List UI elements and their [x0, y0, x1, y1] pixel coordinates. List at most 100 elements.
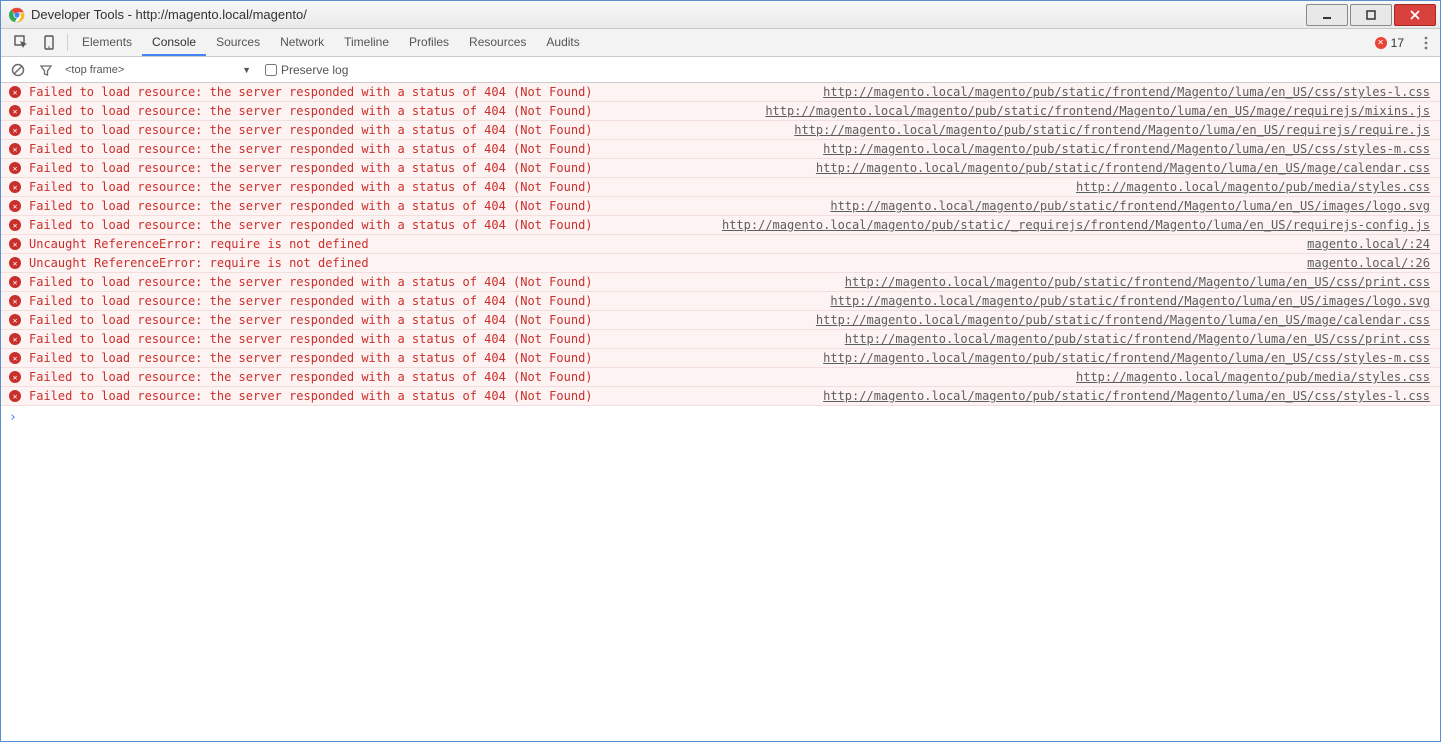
error-source-link[interactable]: magento.local/:26 — [1307, 256, 1430, 270]
error-message-text: Failed to load resource: the server resp… — [29, 275, 593, 289]
error-icon: ✕ — [9, 181, 21, 193]
tab-timeline[interactable]: Timeline — [334, 29, 399, 56]
error-message-text: Failed to load resource: the server resp… — [29, 313, 593, 327]
error-message-text: Failed to load resource: the server resp… — [29, 351, 593, 365]
console-error-row: ✕ Failed to load resource: the server res… — [1, 140, 1440, 159]
inspect-element-icon[interactable] — [7, 29, 35, 56]
error-source-link[interactable]: http://magento.local/magento/pub/static/… — [845, 275, 1430, 289]
close-button[interactable] — [1394, 4, 1436, 26]
error-source-link[interactable]: http://magento.local/magento/pub/static/… — [823, 142, 1430, 156]
console-error-row: ✕ Uncaught ReferenceError: require is not… — [1, 235, 1440, 254]
error-message-text: Failed to load resource: the server resp… — [29, 370, 593, 384]
console-error-row: ✕ Failed to load resource: the server res… — [1, 102, 1440, 121]
error-icon: ✕ — [9, 352, 21, 364]
error-source-link[interactable]: http://magento.local/magento/pub/static/… — [823, 389, 1430, 403]
error-message-text: Failed to load resource: the server resp… — [29, 294, 593, 308]
error-icon: ✕ — [9, 371, 21, 383]
error-icon: ✕ — [9, 143, 21, 155]
clear-console-icon[interactable] — [9, 61, 27, 79]
console-error-row: ✕Failed to load resource: the server res… — [1, 83, 1440, 102]
error-message-text: Failed to load resource: the server resp… — [29, 218, 593, 232]
tab-console[interactable]: Console — [142, 29, 206, 56]
console-prompt[interactable]: › — [1, 406, 1440, 429]
error-icon: ✕ — [9, 295, 21, 307]
error-icon: ✕ — [9, 238, 21, 250]
error-source-link[interactable]: http://magento.local/magento/pub/static/… — [816, 161, 1430, 175]
error-icon: ✕ — [9, 390, 21, 402]
error-source-link[interactable]: http://magento.local/magento/pub/static/… — [765, 104, 1430, 118]
error-icon: ✕ — [9, 257, 21, 269]
console-error-row: ✕ Failed to load resource: the server res… — [1, 349, 1440, 368]
tab-resources[interactable]: Resources — [459, 29, 536, 56]
console-messages[interactable]: ✕ Failed to load resource: the server res… — [1, 83, 1440, 741]
error-message-text: Failed to load resource: the server resp… — [29, 332, 593, 346]
maximize-button[interactable] — [1350, 4, 1392, 26]
error-icon: ✕ — [9, 314, 21, 326]
error-message-text: Failed to load resource: the server resp… — [29, 123, 593, 137]
separator — [67, 34, 68, 51]
error-icon: ✕ — [9, 105, 21, 117]
error-icon: ✕ — [9, 124, 21, 136]
error-icon: ✕ — [9, 162, 21, 174]
error-icon: ✕ — [9, 276, 21, 288]
filter-icon[interactable] — [37, 61, 55, 79]
error-message-text: Failed to load resource: the server resp… — [29, 142, 593, 156]
error-icon: ✕ — [9, 333, 21, 345]
error-message-text: Failed to load resource: the server resp… — [29, 85, 593, 99]
error-source-link[interactable]: http://magento.local/magento/pub/static/… — [722, 218, 1430, 232]
window-title: Developer Tools - http://magento.local/m… — [31, 7, 1306, 22]
chrome-icon — [9, 7, 25, 23]
console-error-row: ✕ Failed to load resource: the server res… — [1, 273, 1440, 292]
error-message-text: Uncaught ReferenceError: require is not … — [29, 256, 369, 270]
error-source-link[interactable]: magento.local/:24 — [1307, 237, 1430, 251]
error-icon: ✕ — [9, 200, 21, 212]
device-mode-icon[interactable] — [35, 29, 63, 56]
console-error-row: ✕ Failed to load resource: the server res… — [1, 292, 1440, 311]
frame-selector[interactable]: <top frame> ▼ — [65, 61, 255, 79]
minimize-button[interactable] — [1306, 4, 1348, 26]
error-source-link[interactable]: http://magento.local/magento/pub/static/… — [794, 123, 1430, 137]
console-error-row: ✕ Failed to load resource: the server res… — [1, 368, 1440, 387]
console-error-row: ✕ Uncaught ReferenceError: require is not… — [1, 254, 1440, 273]
error-message-text: Failed to load resource: the server resp… — [29, 161, 593, 175]
chevron-down-icon: ▼ — [242, 65, 251, 75]
devtools-tabs: ElementsConsoleSourcesNetworkTimelinePro… — [1, 29, 1440, 57]
error-message-text: Failed to load resource: the server resp… — [29, 199, 593, 213]
window-controls — [1306, 4, 1436, 26]
preserve-log-checkbox[interactable] — [265, 64, 277, 76]
error-source-link[interactable]: http://magento.local/magento/pub/media/s… — [1076, 180, 1430, 194]
tab-network[interactable]: Network — [270, 29, 334, 56]
error-message-text: Uncaught ReferenceError: require is not … — [29, 237, 369, 251]
error-message-text: Failed to load resource: the server resp… — [29, 104, 593, 118]
error-count-badge[interactable]: ✕ 17 — [1367, 29, 1412, 56]
preserve-log-control[interactable]: Preserve log — [265, 63, 348, 77]
error-icon: ✕ — [9, 219, 21, 231]
kebab-menu-icon[interactable] — [1412, 29, 1440, 56]
tab-sources[interactable]: Sources — [206, 29, 270, 56]
console-error-row: ✕ Failed to load resource: the server res… — [1, 178, 1440, 197]
error-message-text: Failed to load resource: the server resp… — [29, 180, 593, 194]
error-source-link[interactable]: http://magento.local/magento/pub/static/… — [845, 332, 1430, 346]
console-error-row: ✕ Failed to load resource: the server res… — [1, 121, 1440, 140]
error-source-link[interactable]: http://magento.local/magento/pub/static/… — [830, 199, 1430, 213]
tab-profiles[interactable]: Profiles — [399, 29, 459, 56]
error-source-link[interactable]: http://magento.local/magento/pub/static/… — [830, 294, 1430, 308]
console-toolbar: <top frame> ▼ Preserve log — [1, 57, 1440, 83]
preserve-log-label: Preserve log — [281, 63, 348, 77]
console-error-row: ✕ Failed to load resource: the server res… — [1, 197, 1440, 216]
tabs-container: ElementsConsoleSourcesNetworkTimelinePro… — [72, 29, 590, 56]
console-error-row: ✕ Failed to load resource: the server res… — [1, 216, 1440, 235]
error-source-link[interactable]: http://magento.local/magento/pub/static/… — [823, 351, 1430, 365]
error-message-text: Failed to load resource: the server resp… — [29, 389, 593, 403]
error-icon: ✕ — [1375, 37, 1387, 49]
console-error-row: ✕ Failed to load resource: the server res… — [1, 159, 1440, 178]
error-source-link[interactable]: http://magento.local/magento/pub/static/… — [823, 85, 1430, 99]
error-source-link[interactable]: http://magento.local/magento/pub/static/… — [816, 313, 1430, 327]
window-titlebar: Developer Tools - http://magento.local/m… — [1, 1, 1440, 29]
tab-elements[interactable]: Elements — [72, 29, 142, 56]
error-source-link[interactable]: http://magento.local/magento/pub/media/s… — [1076, 370, 1430, 384]
console-error-row: ✕ Failed to load resource: the server res… — [1, 387, 1440, 406]
error-count-value: 17 — [1391, 36, 1404, 50]
tab-audits[interactable]: Audits — [536, 29, 589, 56]
frame-selector-value: <top frame> — [65, 64, 124, 76]
